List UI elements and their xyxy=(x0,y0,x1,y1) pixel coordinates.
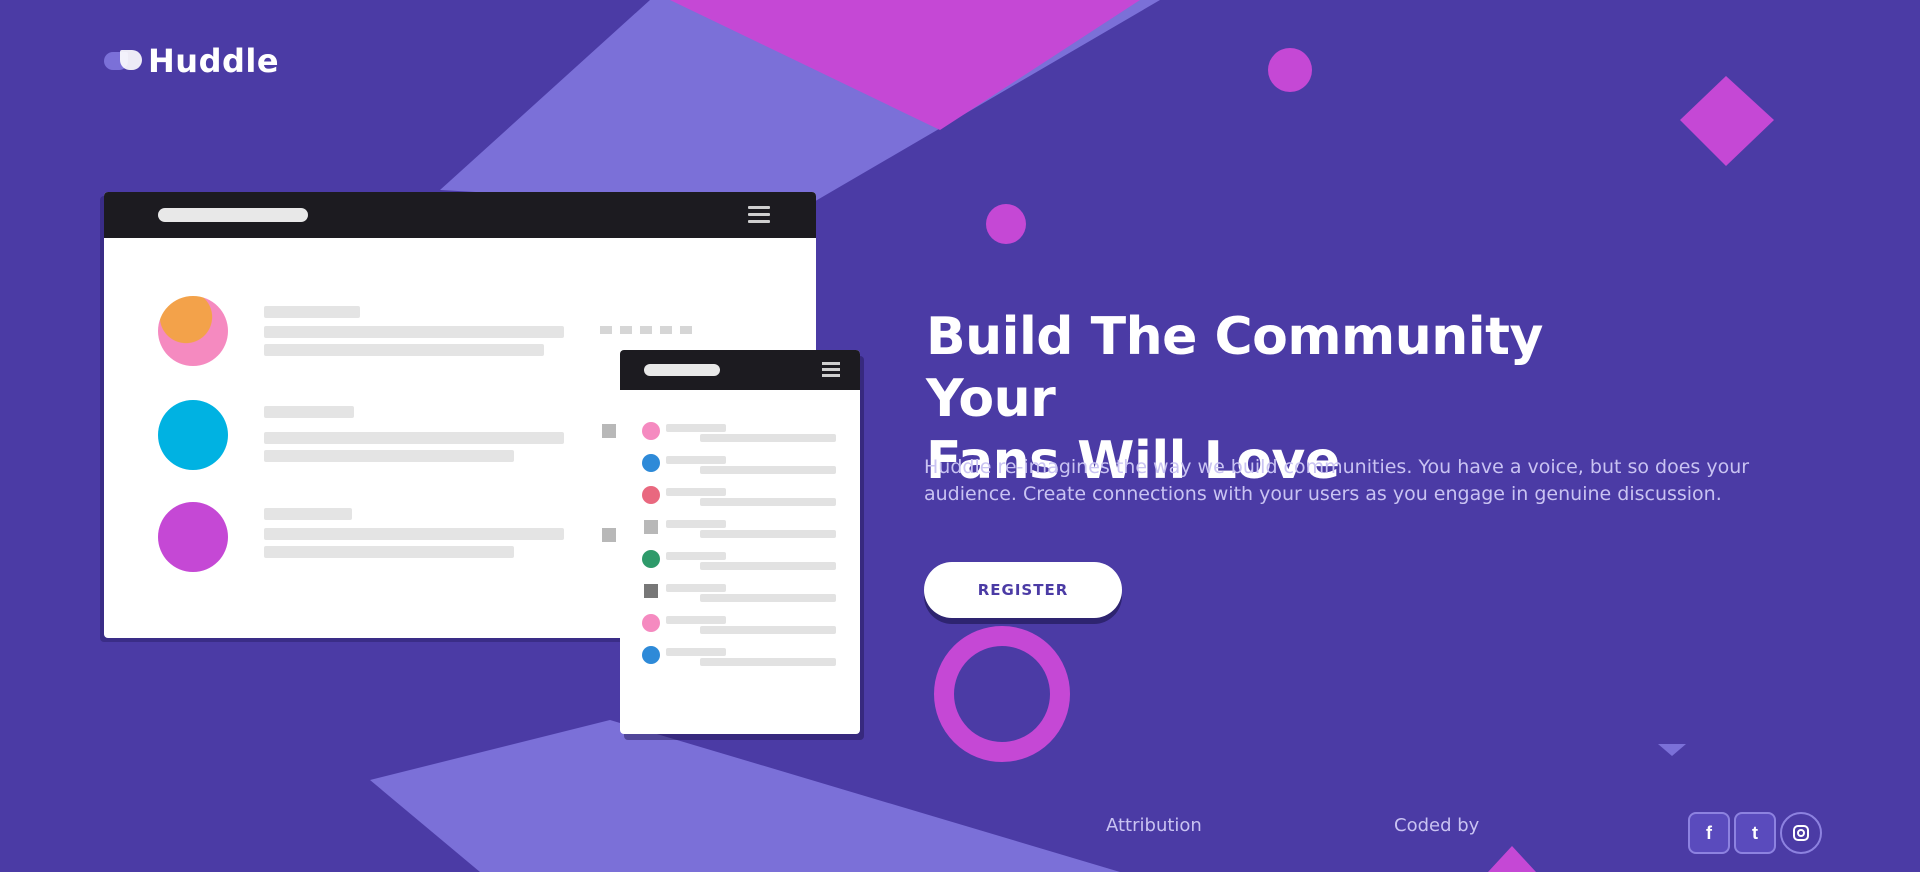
hero-title-line-1: Build The Community Your xyxy=(926,307,1543,429)
mockup-marker xyxy=(602,528,616,542)
footer-link-attribution[interactable]: Attribution xyxy=(1106,815,1202,836)
placeholder-line xyxy=(264,344,544,356)
mockup-chat-titlebar xyxy=(620,350,860,390)
avatar-orange-pink xyxy=(158,296,228,366)
brand-logo[interactable]: Huddle xyxy=(104,42,279,80)
footer-link-coded-by[interactable]: Coded by xyxy=(1394,815,1479,836)
chat-row xyxy=(620,548,860,572)
chat-row xyxy=(620,580,860,604)
chat-row xyxy=(620,452,860,476)
instagram-glyph xyxy=(1793,825,1809,841)
mockup-titlebar xyxy=(104,192,816,238)
chat-row xyxy=(620,516,860,540)
typing-dots xyxy=(600,326,692,334)
avatar-purple xyxy=(158,502,228,572)
twitter-icon[interactable]: t xyxy=(1734,812,1776,854)
chat-row xyxy=(620,644,860,668)
brand-name: Huddle xyxy=(148,42,280,80)
placeholder-line xyxy=(264,326,564,338)
placeholder-line xyxy=(264,508,352,520)
logo-icon xyxy=(104,46,146,76)
chat-row xyxy=(620,612,860,636)
placeholder-line xyxy=(264,450,514,462)
menu-icon xyxy=(748,206,770,224)
mockup-marker xyxy=(602,424,616,438)
avatar-blue xyxy=(158,400,228,470)
instagram-icon[interactable] xyxy=(1780,812,1822,854)
mockup-url-pill xyxy=(158,208,308,222)
facebook-icon[interactable]: f xyxy=(1688,812,1730,854)
mockup-chat-pill xyxy=(644,364,720,376)
hero-description: Huddle re-imagines the way we build comm… xyxy=(924,456,1750,505)
placeholder-line xyxy=(264,432,564,444)
placeholder-line xyxy=(264,546,514,558)
placeholder-line xyxy=(264,528,564,540)
chat-row xyxy=(620,420,860,444)
placeholder-line xyxy=(264,306,360,318)
chat-row xyxy=(620,484,860,508)
placeholder-line xyxy=(264,406,354,418)
menu-icon xyxy=(822,362,840,380)
register-button[interactable]: REGISTER xyxy=(924,562,1122,618)
mockup-chat-window xyxy=(620,350,860,734)
